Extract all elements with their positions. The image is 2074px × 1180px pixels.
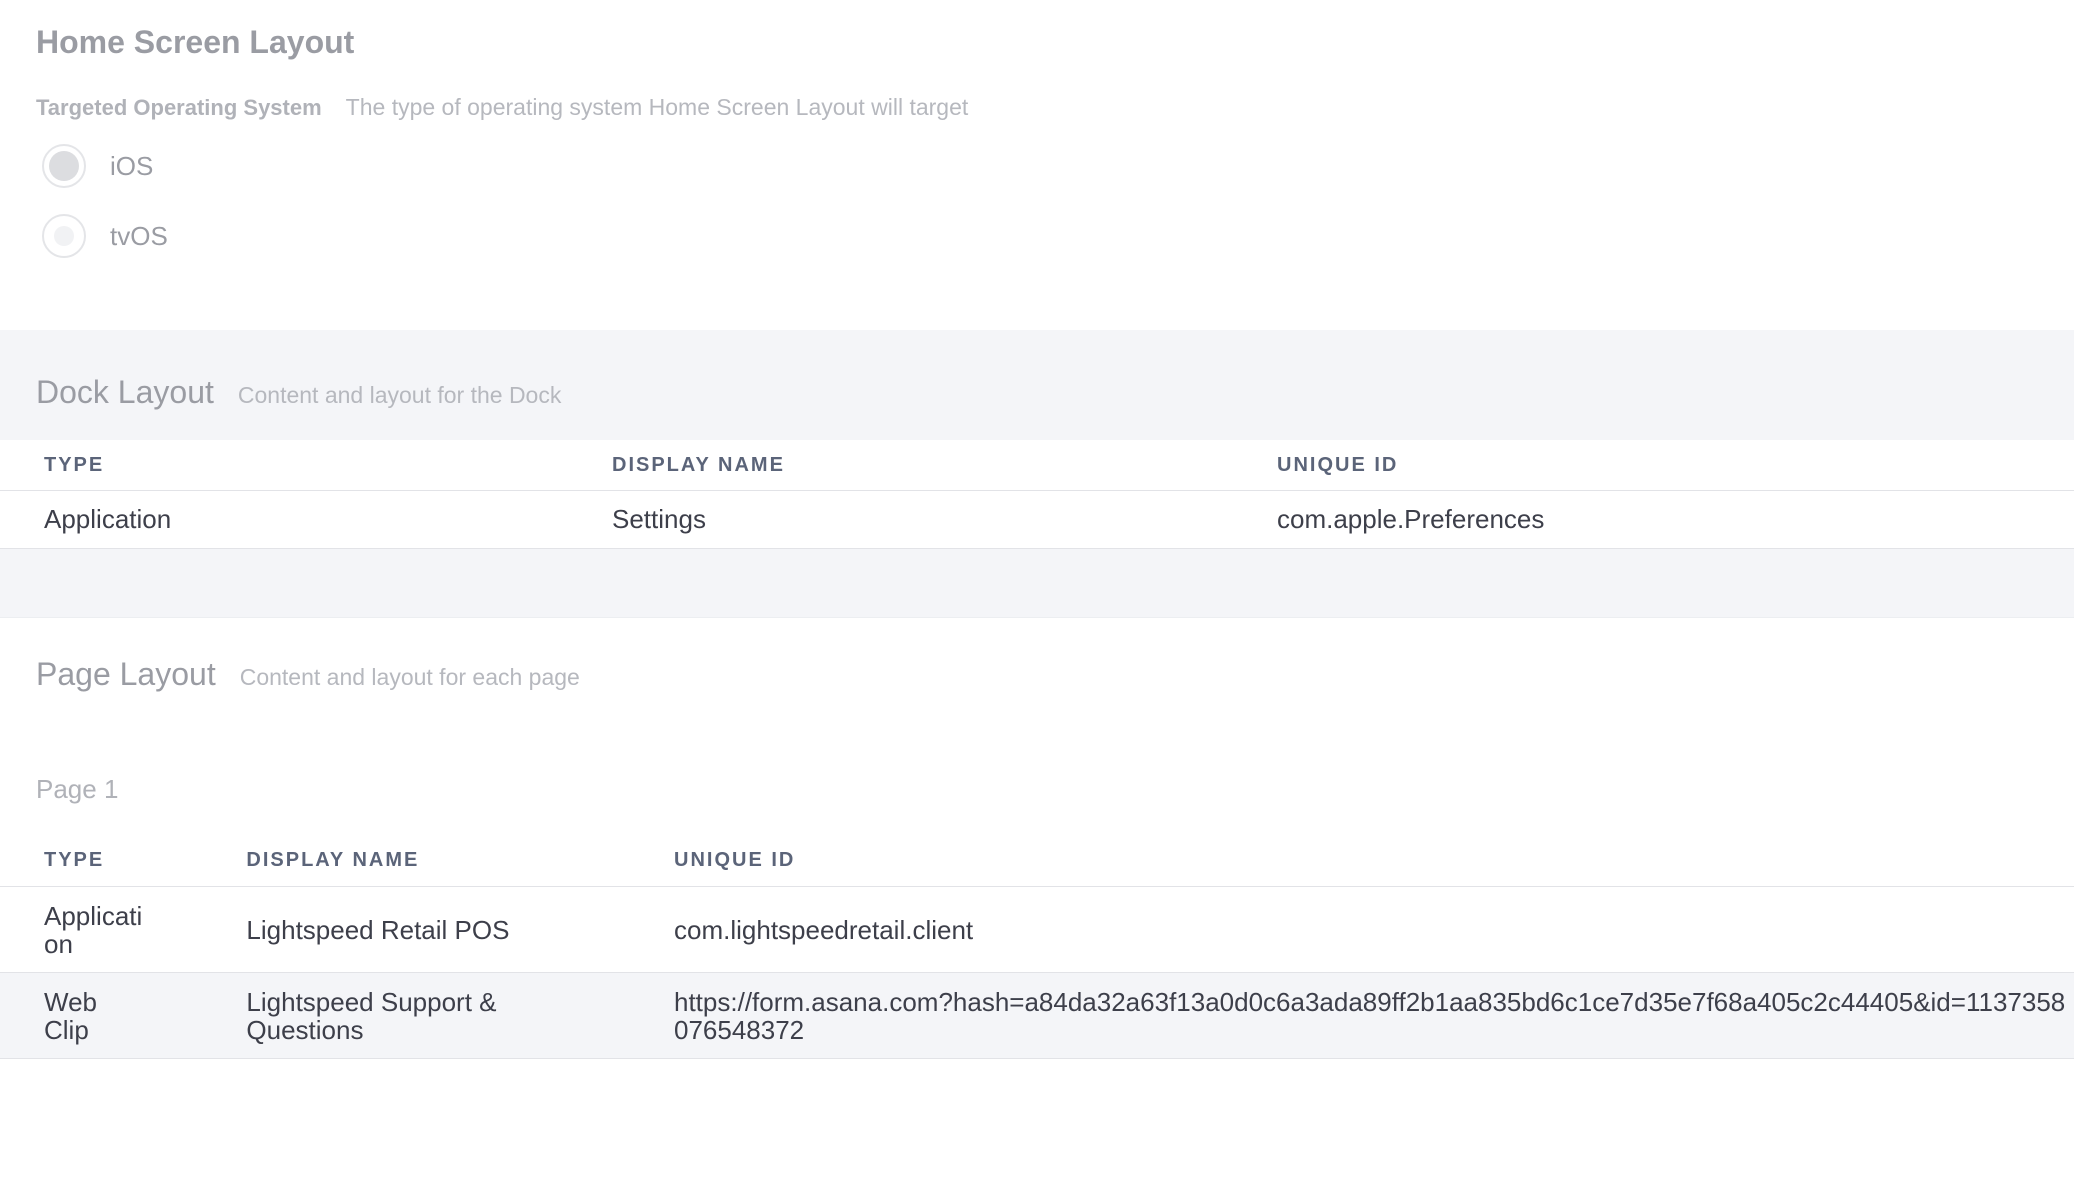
radio-label-tvos: tvOS bbox=[110, 220, 168, 251]
dock-layout-description: Content and layout for the Dock bbox=[237, 382, 562, 408]
cell-type: Web Clip bbox=[44, 986, 97, 1045]
radio-label-ios: iOS bbox=[110, 150, 154, 181]
table-row[interactable]: Application Lightspeed Retail POS com.li… bbox=[0, 886, 2074, 973]
dock-layout-header: Dock Layout Content and layout for the D… bbox=[0, 330, 2074, 440]
page-table: TYPE DISPLAY NAME UNIQUE ID Application … bbox=[0, 835, 2074, 1059]
cell-unique-id: com.lightspeedretail.client bbox=[630, 886, 2074, 973]
column-header-unique-id: UNIQUE ID bbox=[1233, 440, 2074, 491]
cell-type: Application bbox=[44, 900, 143, 959]
column-header-display-name: DISPLAY NAME bbox=[568, 440, 1233, 491]
page-layout-description: Content and layout for each page bbox=[239, 664, 580, 690]
page-name-label: Page 1 bbox=[36, 774, 119, 804]
radio-button-tvos[interactable] bbox=[42, 214, 86, 258]
radio-selected-dot-icon bbox=[49, 151, 79, 181]
radio-option-ios[interactable]: iOS bbox=[36, 141, 2038, 191]
cell-display-name-cell: Lightspeed Retail POS bbox=[202, 886, 630, 973]
column-header-type: TYPE bbox=[0, 440, 568, 491]
dock-table: TYPE DISPLAY NAME UNIQUE ID Application … bbox=[0, 440, 2074, 549]
cell-display-name: Lightspeed Support & Questions bbox=[246, 986, 497, 1045]
cell-type: Application bbox=[0, 490, 568, 549]
table-header-row: TYPE DISPLAY NAME UNIQUE ID bbox=[0, 440, 2074, 491]
header-section: Home Screen Layout Targeted Operating Sy… bbox=[0, 0, 2074, 308]
cell-display-name: Settings bbox=[568, 490, 1233, 549]
radio-option-tvos[interactable]: tvOS bbox=[36, 211, 2038, 261]
targeted-os-description: The type of operating system Home Screen… bbox=[345, 94, 969, 120]
table-header-row: TYPE DISPLAY NAME UNIQUE ID bbox=[0, 835, 2074, 887]
cell-unique-id: https://form.asana.com?hash=a84da32a63f1… bbox=[674, 986, 2066, 1045]
table-row[interactable]: Application Settings com.apple.Preferenc… bbox=[0, 490, 2074, 549]
table-row[interactable]: Web Clip Lightspeed Support & Questions … bbox=[0, 972, 2074, 1059]
page-layout-title: Page Layout bbox=[36, 656, 216, 692]
radio-unselected-dot-icon bbox=[54, 226, 74, 246]
column-header-unique-id: UNIQUE ID bbox=[630, 835, 2074, 887]
cell-type-cell: Web Clip bbox=[0, 972, 203, 1059]
dock-spacer bbox=[0, 549, 2074, 618]
targeted-os-row: Targeted Operating System The type of op… bbox=[36, 94, 2038, 121]
column-header-display-name: DISPLAY NAME bbox=[202, 835, 630, 887]
cell-display-name-cell: Lightspeed Support & Questions bbox=[202, 972, 630, 1059]
page-layout-header: Page Layout Content and layout for each … bbox=[36, 656, 580, 693]
page-title: Home Screen Layout bbox=[36, 24, 355, 60]
cell-unique-id-cell: https://form.asana.com?hash=a84da32a63f1… bbox=[630, 972, 2074, 1059]
cell-display-name: Lightspeed Retail POS bbox=[246, 914, 510, 945]
cell-type-cell: Application bbox=[0, 886, 203, 973]
targeted-os-label: Targeted Operating System bbox=[36, 95, 322, 120]
home-screen-layout-page: Home Screen Layout Targeted Operating Sy… bbox=[0, 0, 2074, 1180]
dock-layout-title: Dock Layout bbox=[36, 374, 214, 410]
radio-button-ios[interactable] bbox=[42, 144, 86, 188]
column-header-type: TYPE bbox=[0, 835, 203, 887]
cell-unique-id: com.apple.Preferences bbox=[1233, 490, 2074, 549]
